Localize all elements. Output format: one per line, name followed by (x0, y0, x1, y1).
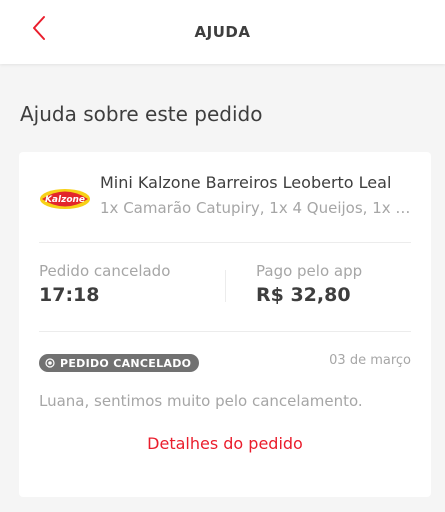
order-details-link[interactable]: Detalhes do pedido (19, 434, 431, 453)
top-bar: AJUDA (0, 0, 445, 64)
status-badge-label: PEDIDO CANCELADO (60, 356, 192, 370)
divider (39, 242, 411, 243)
vertical-divider (225, 270, 226, 302)
status-badge: PEDIDO CANCELADO (39, 354, 200, 372)
order-items: 1x Camarão Catupiry, 1x 4 Queijos, 1x Fr… (100, 199, 412, 217)
divider (39, 331, 411, 332)
payment-value: R$ 32,80 (256, 284, 351, 306)
back-button[interactable] (28, 14, 50, 42)
section-title: Ajuda sobre este pedido (20, 102, 263, 126)
order-time: 17:18 (39, 284, 100, 306)
order-date: 03 de março (329, 353, 411, 368)
payment-label: Pago pelo app (256, 262, 363, 280)
order-status-label: Pedido cancelado (39, 262, 171, 280)
svg-text:Kalzone: Kalzone (45, 195, 85, 205)
chevron-left-icon (33, 16, 45, 40)
order-card: Kalzone Mini Kalzone Barreiros Leoberto … (19, 152, 431, 497)
radio-dot-icon (45, 358, 55, 368)
store-logo: Kalzone (39, 184, 91, 214)
store-name: Mini Kalzone Barreiros Leoberto Leal (100, 173, 392, 192)
cancel-message: Luana, sentimos muito pelo cancelamento. (39, 392, 363, 410)
page-title: AJUDA (194, 23, 251, 41)
